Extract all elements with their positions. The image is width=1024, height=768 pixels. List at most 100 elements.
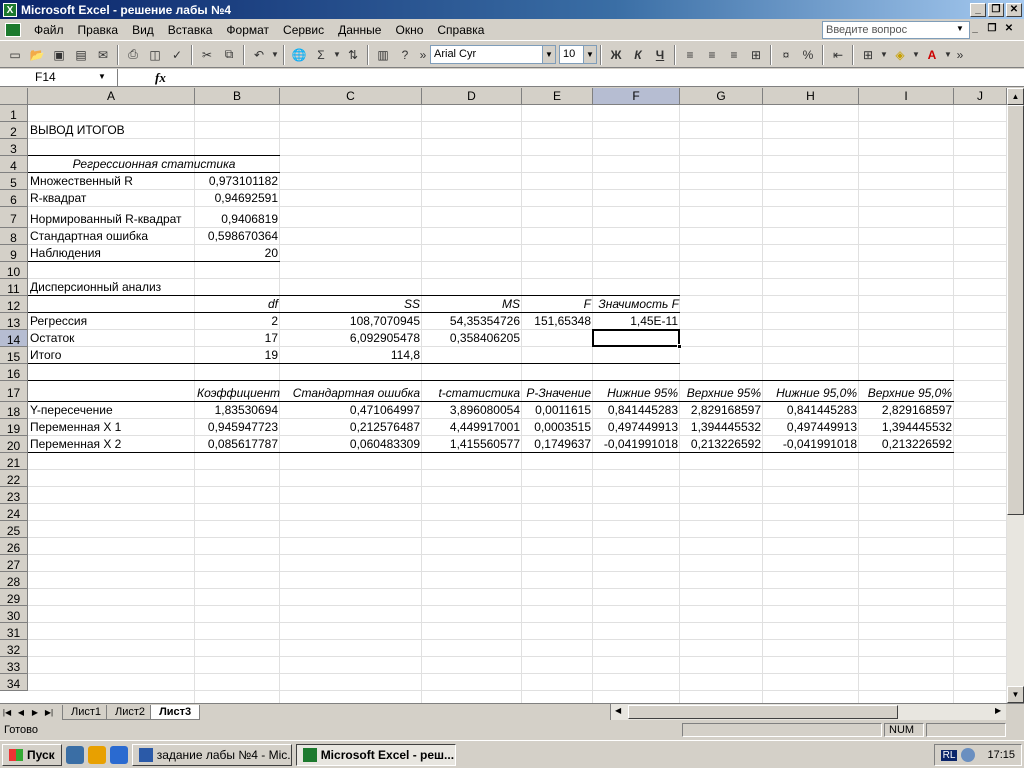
borders-dropdown-icon[interactable]: ▼ [879,44,889,66]
quicklaunch-icon-3[interactable] [109,745,128,764]
font-size-select[interactable]: 10 ▼ [559,45,597,64]
row-header-6[interactable]: 6 [0,190,28,207]
row-header-28[interactable]: 28 [0,572,28,589]
row-header-10[interactable]: 10 [0,262,28,279]
column-header-b[interactable]: B [195,88,280,105]
help-icon[interactable]: ? [394,44,416,66]
column-header-a[interactable]: A [28,88,195,105]
sheet-tab-3[interactable]: Лист3 [150,704,201,720]
cell-f17[interactable]: Нижние 95% [593,385,680,402]
column-header-j[interactable]: J [954,88,1007,105]
row-header-22[interactable]: 22 [0,470,28,487]
row-header-5[interactable]: 5 [0,173,28,190]
cell-i18[interactable]: 2,829168597 [859,402,954,419]
fill-handle[interactable] [677,344,682,349]
menu-help[interactable]: Справка [430,23,491,37]
cell-h20[interactable]: -0,041991018 [763,436,859,453]
task-excel[interactable]: Microsoft Excel - реш... [295,743,456,766]
save-icon[interactable]: ▣ [48,44,70,66]
close-button[interactable]: ✕ [1006,2,1022,17]
cell-g17[interactable]: Верхние 95% [680,385,763,402]
cell-a4[interactable]: Регрессионная статистика [28,156,280,173]
borders-icon[interactable]: ⊞ [857,44,879,66]
cell-c18[interactable]: 0,471064997 [280,402,422,419]
cell-h17[interactable]: Нижние 95,0% [763,385,859,402]
doc-minimize-icon[interactable]: _ [968,22,982,36]
print-icon[interactable]: ⎙ [122,44,144,66]
chart-wizard-icon[interactable]: ▥ [372,44,394,66]
cell-d20[interactable]: 1,415560577 [422,436,522,453]
cell-e18[interactable]: 0,0011615 [522,402,593,419]
size-dropdown-icon[interactable]: ▼ [583,46,596,63]
ie-quicklaunch-icon[interactable] [65,745,84,764]
quicklaunch-icon-2[interactable] [87,745,106,764]
font-color-icon[interactable]: A [921,44,943,66]
align-left-icon[interactable]: ≡ [679,44,701,66]
menu-edit[interactable]: Правка [71,23,126,37]
column-header-h[interactable]: H [763,88,859,105]
cell-c12[interactable]: SS [280,296,422,313]
cell-g19[interactable]: 1,394445532 [680,419,763,436]
row-header-17[interactable]: 17 [0,381,28,402]
menu-insert[interactable]: Вставка [161,23,220,37]
cell-d17[interactable]: t-статистика [422,385,522,402]
cell-a11[interactable]: Дисперсионный анализ [28,279,328,296]
row-header-3[interactable]: 3 [0,139,28,156]
cell-d13[interactable]: 54,35354726 [422,313,522,330]
cell-b20[interactable]: 0,085617787 [195,436,280,453]
row-header-30[interactable]: 30 [0,606,28,623]
align-right-icon[interactable]: ≡ [723,44,745,66]
row-header-8[interactable]: 8 [0,228,28,245]
toolbar-more-2-icon[interactable]: » [953,44,967,66]
cell-f19[interactable]: 0,497449913 [593,419,680,436]
cell-h18[interactable]: 0,841445283 [763,402,859,419]
menu-tools[interactable]: Сервис [276,23,331,37]
cell-a2[interactable]: ВЫВОД ИТОГОВ [28,122,328,139]
permission-icon[interactable]: ▤ [70,44,92,66]
row-header-2[interactable]: 2 [0,122,28,139]
cell-a8[interactable]: Стандартная ошибка [28,228,328,245]
active-cell-f14[interactable] [592,329,680,347]
excel-icon[interactable]: X [3,2,17,17]
row-header-24[interactable]: 24 [0,504,28,521]
row-header-27[interactable]: 27 [0,555,28,572]
row-header-20[interactable]: 20 [0,436,28,453]
italic-button[interactable]: К [627,44,649,66]
open-icon[interactable]: 📂 [26,44,48,66]
cell-d14[interactable]: 0,358406205 [422,330,522,347]
language-indicator[interactable]: RL [940,749,958,761]
row-header-9[interactable]: 9 [0,245,28,262]
merge-center-icon[interactable]: ⊞ [745,44,767,66]
cell-b18[interactable]: 1,83530694 [195,402,280,419]
row-header-1[interactable]: 1 [0,105,28,122]
decrease-indent-icon[interactable]: ⇤ [827,44,849,66]
cell-e13[interactable]: 151,65348 [522,313,593,330]
row-header-13[interactable]: 13 [0,313,28,330]
cell-c13[interactable]: 108,7070945 [280,313,422,330]
doc-restore-icon[interactable]: ❐ [985,22,999,36]
help-question-input[interactable]: Введите вопрос [822,21,970,39]
row-header-23[interactable]: 23 [0,487,28,504]
vertical-scrollbar[interactable]: ▲ ▼ [1007,88,1024,703]
select-all-corner[interactable] [0,88,28,105]
cell-e20[interactable]: 0,1749637 [522,436,593,453]
scroll-down-icon[interactable]: ▼ [1007,686,1024,703]
row-header-29[interactable]: 29 [0,589,28,606]
menu-format[interactable]: Формат [219,23,276,37]
spreadsheet-grid[interactable]: A B C D E F G H I J 1 2 3 4 5 6 7 8 9 10 11 12 13 14 15 16 17 18 19 2… [0,88,1024,703]
sheet-tab-1[interactable]: Лист1 [62,704,111,720]
cell-f12[interactable]: Значимость F [593,296,681,313]
scroll-left-icon[interactable]: ◀ [615,706,621,715]
first-sheet-icon[interactable]: |◀ [0,708,14,717]
cell-b19[interactable]: 0,945947723 [195,419,280,436]
cell-g18[interactable]: 2,829168597 [680,402,763,419]
cell-b9[interactable]: 20 [195,245,280,262]
percent-button[interactable]: % [797,44,819,66]
insert-function-icon[interactable]: fx [155,70,166,86]
formula-input[interactable] [175,71,1005,85]
cell-c19[interactable]: 0,212576487 [280,419,422,436]
cell-b12[interactable]: df [195,296,280,313]
row-header-16[interactable]: 16 [0,364,28,381]
row-header-31[interactable]: 31 [0,623,28,640]
last-sheet-icon[interactable]: ▶| [42,708,56,717]
